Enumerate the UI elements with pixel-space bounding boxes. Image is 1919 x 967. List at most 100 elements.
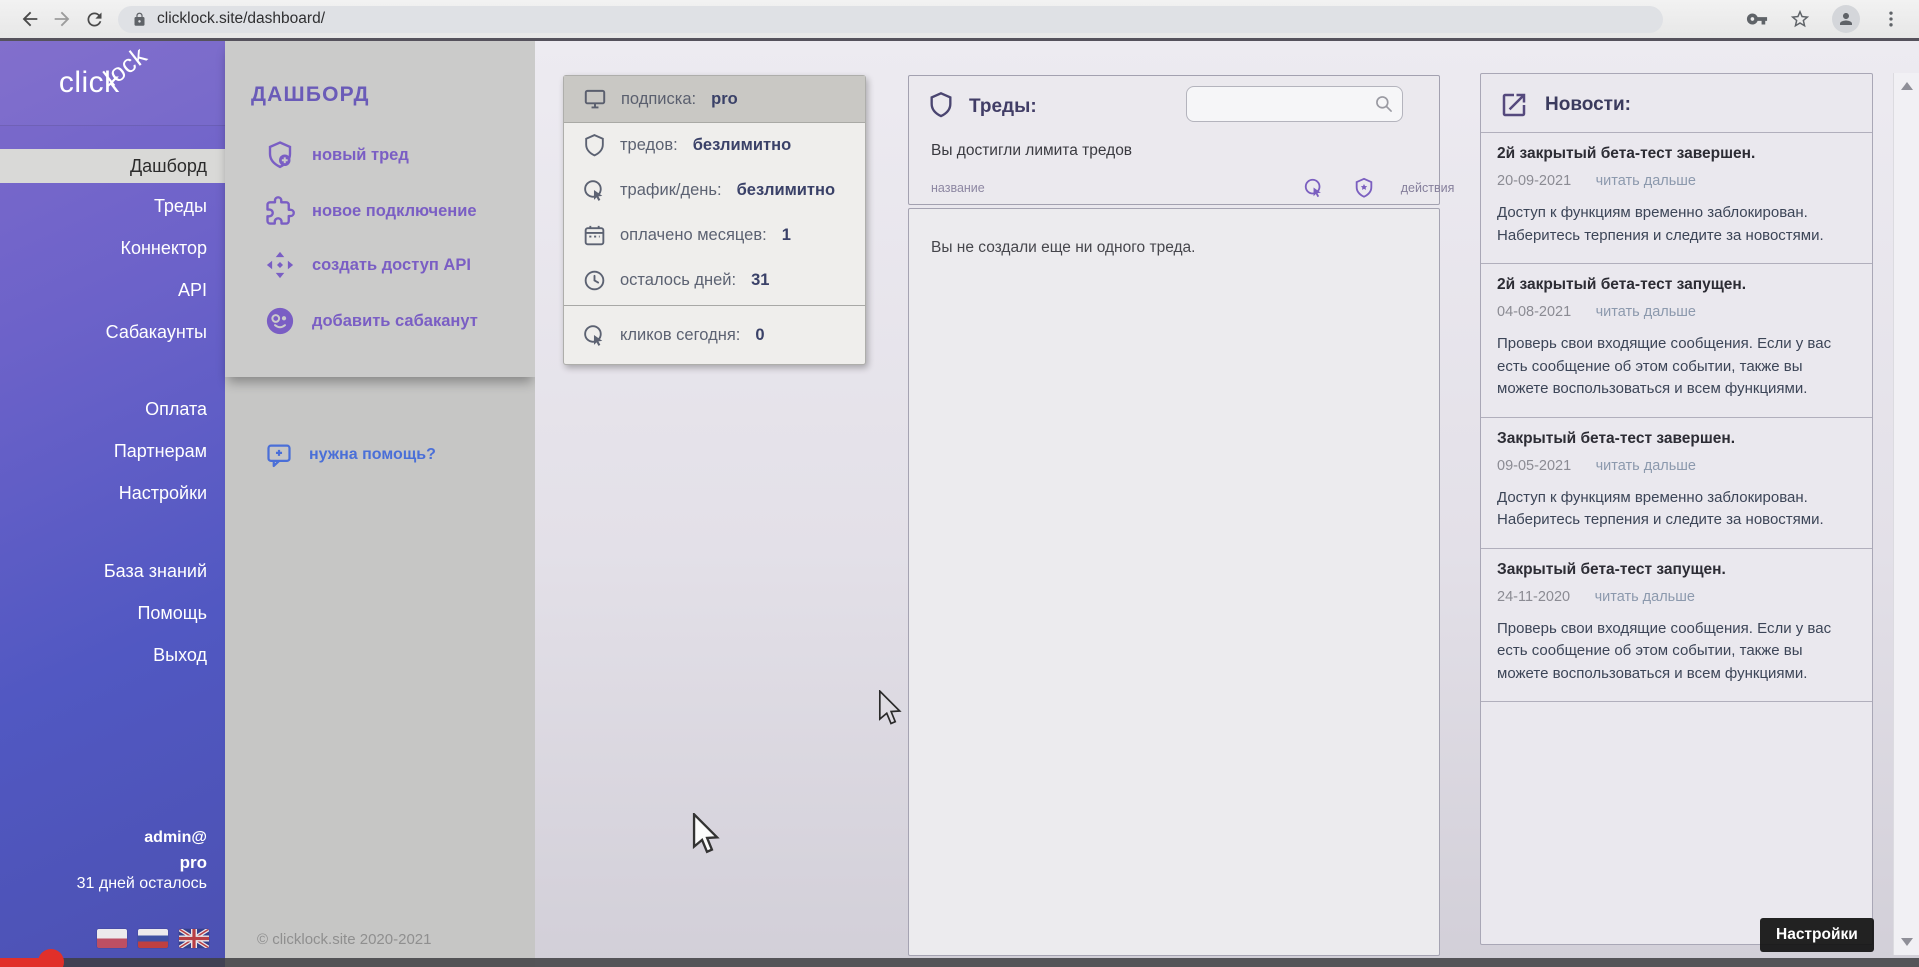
- news-item-date: 24-11-2020: [1497, 589, 1570, 605]
- read-more-link[interactable]: читать дальше: [1596, 173, 1696, 189]
- news-item-body: Доступ к функциям временно заблокирован.…: [1497, 487, 1856, 532]
- menu-dots-icon[interactable]: [1881, 9, 1901, 29]
- sidebar-item-knowledge-base[interactable]: База знаний: [0, 554, 225, 588]
- shield-icon: [927, 89, 955, 121]
- news-item-date: 09-05-2021: [1497, 458, 1571, 474]
- stat-row-threads: тредов: безлимитно: [564, 123, 865, 168]
- sidebar-item-partners[interactable]: Партнерам: [0, 434, 225, 468]
- sidebar-item-api[interactable]: API: [0, 273, 225, 307]
- video-progress-bar[interactable]: [0, 958, 1919, 967]
- new-connection-button[interactable]: новое подключение: [265, 193, 477, 229]
- shield-star-column-icon[interactable]: [1353, 177, 1375, 199]
- mouse-cursor-outline: [878, 690, 904, 728]
- help-bubble-icon: [265, 441, 293, 469]
- account-plan: pro: [180, 853, 207, 873]
- news-item-date: 20-09-2021: [1497, 173, 1571, 189]
- stat-label: осталось дней:: [620, 271, 736, 290]
- key-icon[interactable]: [1746, 8, 1768, 30]
- column-name-label: название: [931, 181, 985, 195]
- shield-icon: [582, 133, 607, 158]
- app-area: clicklock Дашборд Треды Коннектор API Са…: [0, 41, 1919, 967]
- sidebar-item-connector[interactable]: Коннектор: [0, 231, 225, 265]
- clicklock-logo: clicklock: [0, 41, 225, 126]
- player-settings-tooltip: Настройки: [1760, 918, 1874, 952]
- new-thread-button[interactable]: новый тред: [265, 137, 409, 173]
- bookmark-star-icon[interactable]: [1789, 8, 1811, 30]
- threads-search[interactable]: [1186, 86, 1403, 122]
- dashboard-menu-column: ДАШБОРД новый тред новое подключение: [225, 41, 535, 967]
- profile-avatar-icon[interactable]: [1832, 5, 1860, 33]
- sidebar-item-settings[interactable]: Настройки: [0, 476, 225, 510]
- url-text: clicklock.site/dashboard/: [157, 10, 325, 28]
- back-icon[interactable]: [14, 3, 46, 35]
- stat-row-traffic: трафик/день: безлимитно: [564, 168, 865, 213]
- subscription-label: подписка:: [621, 90, 696, 109]
- news-item-title: Закрытый бета-тест завершен.: [1497, 430, 1856, 448]
- new-connection-label: новое подключение: [312, 202, 477, 221]
- stat-value: безлимитно: [737, 181, 835, 200]
- stat-label: оплачено месяцев:: [620, 226, 767, 245]
- threads-title: Треды:: [969, 96, 1037, 118]
- create-api-access-button[interactable]: создать доступ API: [265, 247, 471, 283]
- search-icon[interactable]: [1374, 94, 1394, 114]
- news-item-body: Проверь свои входящие сообщения. Если у …: [1497, 618, 1856, 686]
- news-item: Закрытый бета-тест запущен. 24-11-2020 ч…: [1481, 548, 1872, 702]
- api-arrows-icon: [265, 250, 295, 280]
- screen: clicklock.site/dashboard/ clicklock Дашб…: [0, 0, 1919, 967]
- subscription-header: подписка: pro: [564, 76, 865, 123]
- threads-table-header: название действия: [931, 177, 1419, 199]
- read-more-link[interactable]: читать дальше: [1595, 589, 1695, 605]
- toolbar-divider: [0, 38, 1919, 41]
- subaccount-icon: [265, 306, 295, 336]
- scroll-up-icon[interactable]: [1901, 82, 1913, 90]
- calendar-icon: [582, 223, 607, 248]
- stat-row-days-left: осталось дней: 31: [564, 258, 865, 303]
- subscription-value: pro: [711, 90, 738, 109]
- news-item: Закрытый бета-тест завершен. 09-05-2021 …: [1481, 417, 1872, 548]
- new-thread-label: новый тред: [312, 146, 409, 165]
- clicks-column-icon[interactable]: [1303, 177, 1325, 199]
- sidebar-item-payment[interactable]: Оплата: [0, 392, 225, 426]
- need-help-link[interactable]: нужна помощь?: [265, 437, 436, 473]
- news-title: Новости:: [1545, 94, 1631, 116]
- news-header: Новости:: [1481, 74, 1872, 132]
- lock-icon: [132, 12, 147, 27]
- mouse-cursor-white: [692, 813, 722, 857]
- sidebar-item-dashboard[interactable]: Дашборд: [0, 149, 225, 183]
- threads-panel-header: Треды: Вы достигли лимита тредов названи…: [908, 75, 1440, 205]
- create-api-access-label: создать доступ API: [312, 256, 471, 275]
- subscription-card: подписка: pro тредов: безлимитно трафик/…: [563, 75, 866, 365]
- stat-value: 31: [751, 271, 769, 290]
- forward-icon[interactable]: [46, 3, 78, 35]
- need-help-label: нужна помощь?: [309, 446, 436, 464]
- stat-label: трафик/день:: [620, 181, 722, 200]
- browser-toolbar: clicklock.site/dashboard/: [0, 0, 1919, 38]
- news-item-body: Проверь свои входящие сообщения. Если у …: [1497, 333, 1856, 401]
- sidebar-item-threads[interactable]: Треды: [0, 189, 225, 223]
- polish-flag-icon[interactable]: [97, 929, 127, 948]
- read-more-link[interactable]: читать дальше: [1596, 458, 1696, 474]
- stat-row-paid-months: оплачено месяцев: 1: [564, 213, 865, 258]
- russian-flag-icon[interactable]: [138, 929, 168, 948]
- uk-flag-icon[interactable]: [179, 929, 209, 948]
- read-more-link[interactable]: читать дальше: [1596, 304, 1696, 320]
- page-scrollbar[interactable]: [1893, 73, 1919, 955]
- toolbar-actions: [1746, 5, 1905, 33]
- add-subaccount-button[interactable]: добавить сабаканут: [265, 303, 478, 339]
- sidebar-item-help[interactable]: Помощь: [0, 596, 225, 630]
- account-days-left: 31 дней осталось: [77, 875, 207, 893]
- scroll-down-icon[interactable]: [1901, 938, 1913, 946]
- click-icon: [582, 323, 607, 348]
- url-bar[interactable]: clicklock.site/dashboard/: [118, 6, 1663, 33]
- stat-value: 1: [782, 226, 791, 245]
- puzzle-icon: [265, 196, 295, 226]
- refresh-icon[interactable]: [78, 3, 110, 35]
- news-footer-spacer: [1481, 701, 1872, 944]
- sidebar-item-logout[interactable]: Выход: [0, 638, 225, 672]
- news-item-title: Закрытый бета-тест запущен.: [1497, 561, 1856, 579]
- language-switcher: [97, 929, 209, 948]
- news-item-date: 04-08-2021: [1497, 304, 1571, 320]
- sidebar-item-subaccounts[interactable]: Сабакаунты: [0, 315, 225, 349]
- search-input[interactable]: [1197, 95, 1374, 114]
- dashboard-menu-panel: ДАШБОРД новый тред новое подключение: [225, 41, 535, 377]
